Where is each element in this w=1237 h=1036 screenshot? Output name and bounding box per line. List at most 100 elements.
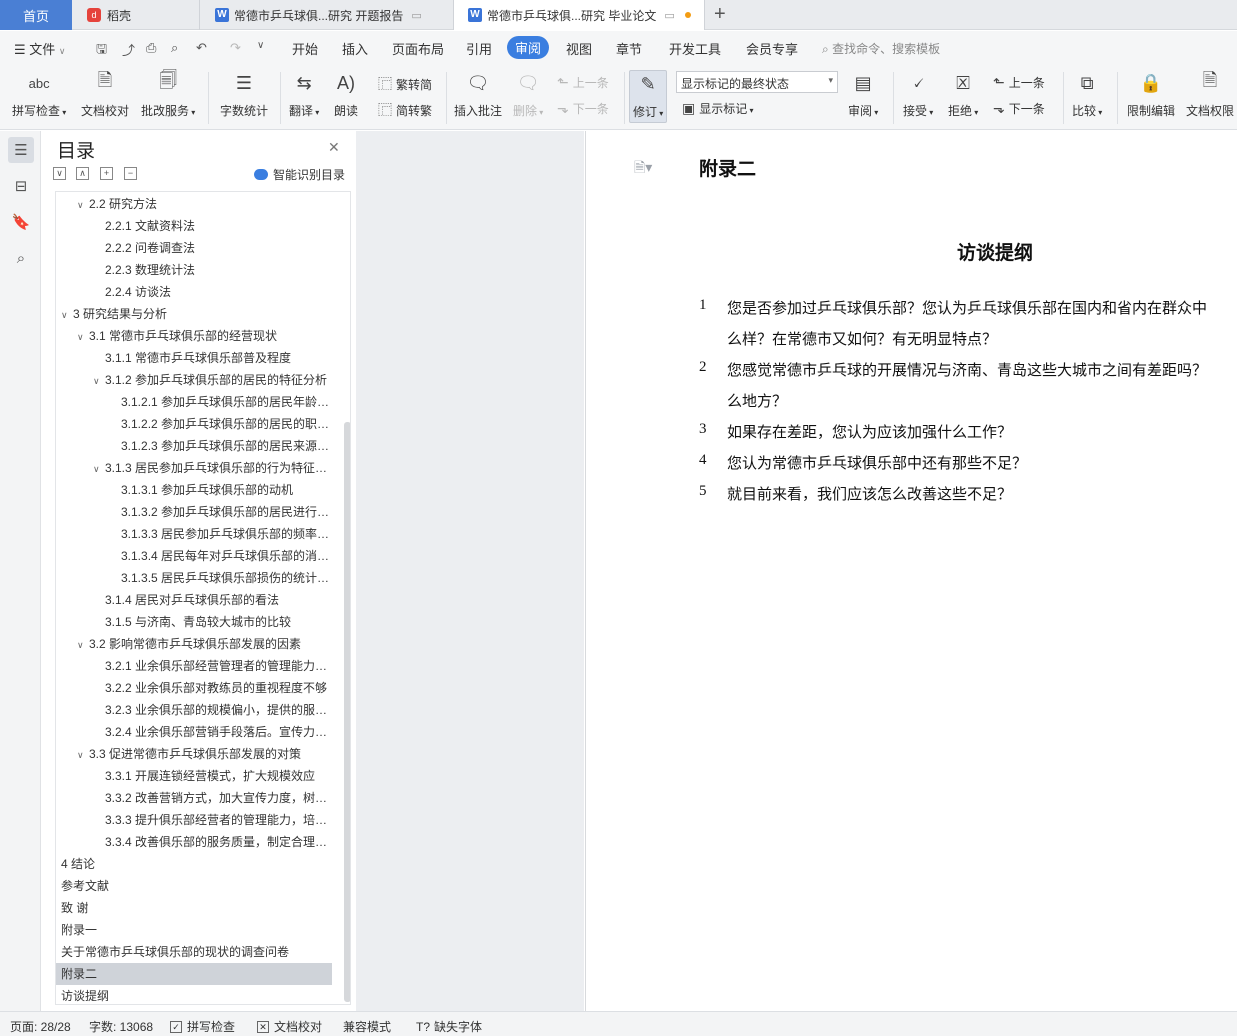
chevron-down-icon[interactable]: ∨	[77, 744, 89, 765]
toc-panel-icon[interactable]: ☰	[8, 137, 34, 163]
page-indicator[interactable]: 页面: 28/28	[10, 1018, 71, 1035]
doc-permission-button[interactable]: 🗎 文档权限	[1186, 70, 1234, 119]
toc-item[interactable]: 3.3.3 提升俱乐部经营者的管理能力，培养人才	[56, 809, 332, 831]
chevron-down-icon[interactable]: ∨	[61, 304, 73, 325]
translate-button[interactable]: ⇆ 翻译 ▾	[289, 70, 319, 119]
undo-icon[interactable]: ↶	[196, 40, 207, 56]
missing-font-status[interactable]: T? 缺失字体	[416, 1018, 482, 1035]
toc-item[interactable]: 3.1.4 居民对乒乓球俱乐部的看法	[56, 589, 332, 611]
menu-page-layout[interactable]: 页面布局	[392, 39, 444, 58]
insert-comment-button[interactable]: 🗨 插入批注	[454, 70, 502, 119]
chevron-down-icon[interactable]: ∨	[93, 458, 105, 479]
tab-thesis-document[interactable]: W 常德市乒乓球俱...研究 毕业论文 ▭	[453, 0, 705, 30]
bookmark-icon[interactable]: 🔖	[8, 209, 34, 235]
toc-item[interactable]: 3.1.3.5 居民乒乓球俱乐部损伤的统计分析	[56, 567, 332, 589]
toc-item[interactable]: ∨ 3.2 影响常德市乒乓球俱乐部发展的因素	[56, 633, 332, 655]
menu-start[interactable]: 开始	[292, 39, 318, 58]
next-comment-button[interactable]: ⬎ 下一条	[557, 100, 609, 117]
toc-item[interactable]: 3.3.4 改善俱乐部的服务质量，制定合理价格	[56, 831, 332, 853]
toc-item[interactable]: 附录二	[56, 963, 332, 985]
proofread-status[interactable]: ✕ 文档校对	[257, 1018, 322, 1035]
menu-review[interactable]: 审阅	[507, 36, 550, 59]
paragraph-marker-icon[interactable]: 🗎▾	[634, 157, 652, 181]
toc-item[interactable]: 4 结论	[56, 853, 332, 875]
delete-comment-button[interactable]: 🗨 删除 ▾	[513, 70, 543, 119]
tab-home[interactable]: 首页	[0, 0, 72, 30]
word-count-button[interactable]: ☰ 字数统计	[220, 70, 268, 119]
chevron-down-icon[interactable]: ∨	[77, 194, 89, 215]
toc-item[interactable]: 3.1.3.3 居民参加乒乓球俱乐部的频率分布	[56, 523, 332, 545]
toc-item[interactable]: 3.3.2 改善营销方式，加大宣传力度，树立品牌	[56, 787, 332, 809]
menu-references[interactable]: 引用	[466, 39, 492, 58]
prev-comment-button[interactable]: ⬑ 上一条	[557, 74, 609, 91]
toc-scrollbar[interactable]	[344, 422, 350, 1002]
export-icon[interactable]: ⤴	[122, 40, 135, 59]
print-icon[interactable]: ⎙	[146, 40, 156, 56]
tab-daoke[interactable]: d 稻壳	[73, 0, 200, 30]
toc-item[interactable]: 3.2.2 业余俱乐部对教练员的重视程度不够	[56, 677, 332, 699]
remove-level-icon[interactable]: −	[124, 167, 137, 180]
find-icon[interactable]: ⌕	[8, 245, 34, 271]
track-changes-button[interactable]: ✎ 修订 ▾	[629, 70, 668, 123]
simp-to-trad-button[interactable]: ⿸ 简转繁	[378, 100, 432, 120]
chapter-nav-icon[interactable]: ⊟	[8, 173, 34, 199]
menu-file[interactable]: ☰ 文件 ∨	[14, 39, 66, 58]
toc-item[interactable]: 3.1.1 常德市乒乓球俱乐部普及程度	[56, 347, 332, 369]
command-search[interactable]: ⌕ 查找命令、搜索模板	[822, 40, 940, 57]
spellcheck-status[interactable]: ✓ 拼写检查	[170, 1018, 235, 1035]
toc-item[interactable]: 3.1.2.1 参加乒乓球俱乐部的居民年龄结构	[56, 391, 332, 413]
reject-button[interactable]: 🗵 拒绝 ▾	[948, 70, 978, 119]
accept-button[interactable]: 🗸 接受 ▾	[903, 70, 933, 119]
toc-item[interactable]: 3.1.3.2 参加乒乓球俱乐部的居民进行锻炼的时间	[56, 501, 332, 523]
monitor-icon[interactable]: ▭	[411, 9, 421, 22]
chevron-down-icon[interactable]: ∨	[77, 634, 89, 655]
add-level-icon[interactable]: +	[100, 167, 113, 180]
show-markup-button[interactable]: ▣ 显示标记 ▾	[682, 100, 754, 117]
toc-item[interactable]: 关于常德市乒乓球俱乐部的现状的调查问卷	[56, 941, 332, 963]
next-change-button[interactable]: ⬎ 下一条	[993, 100, 1045, 117]
close-icon[interactable]: ✕	[328, 139, 340, 156]
tab-opening-report[interactable]: W 常德市乒乓球俱...研究 开题报告 ▭	[201, 0, 453, 30]
toc-item[interactable]: 3.1.2.2 参加乒乓球俱乐部的居民的职业构成	[56, 413, 332, 435]
monitor-icon[interactable]: ▭	[664, 9, 674, 22]
batch-service-button[interactable]: 🗐 批改服务 ▾	[141, 70, 195, 119]
toc-item[interactable]: 2.2.1 文献资料法	[56, 215, 332, 237]
chevron-down-icon[interactable]: ∨	[77, 326, 89, 347]
toc-item[interactable]: 2.2.2 问卷调查法	[56, 237, 332, 259]
save-icon[interactable]: 🖫	[96, 40, 107, 62]
toc-item[interactable]: 2.2.3 数理统计法	[56, 259, 332, 281]
menu-insert[interactable]: 插入	[342, 39, 368, 58]
toc-item[interactable]: 致 谢	[56, 897, 332, 919]
read-aloud-button[interactable]: A) 朗读	[333, 70, 359, 119]
toc-item[interactable]: ∨ 3 研究结果与分析	[56, 303, 332, 325]
toc-item[interactable]: 2.2.4 访谈法	[56, 281, 332, 303]
markup-state-select[interactable]: 显示标记的最终状态 ▾	[676, 71, 838, 93]
toc-item[interactable]: ∨ 3.1 常德市乒乓球俱乐部的经营现状	[56, 325, 332, 347]
toc-item[interactable]: ∨ 3.3 促进常德市乒乓球俱乐部发展的对策	[56, 743, 332, 765]
toc-item[interactable]: 3.1.5 与济南、青岛较大城市的比较	[56, 611, 332, 633]
smart-toc-button[interactable]: 智能识别目录	[254, 166, 345, 183]
compare-button[interactable]: ⧉ 比较 ▾	[1072, 70, 1102, 119]
print-preview-icon[interactable]: ⌕	[171, 40, 178, 56]
expand-up-icon[interactable]: ∧	[76, 167, 89, 180]
toc-item[interactable]: 参考文献	[56, 875, 332, 897]
word-count-status[interactable]: 字数: 13068	[89, 1018, 153, 1035]
menu-member[interactable]: 会员专享	[746, 39, 798, 58]
customize-chevron-icon[interactable]: ∨	[257, 40, 264, 51]
toc-item[interactable]: 3.2.3 业余俱乐部的规模偏小，提供的服务有限	[56, 699, 332, 721]
menu-view[interactable]: 视图	[566, 39, 592, 58]
document-page[interactable]: 🗎▾ 附录二 访谈提纲 1 您是否参加过乒乓球俱乐部？您认为乒乓球俱乐部在国内和省…	[585, 131, 1237, 1011]
toc-item[interactable]: ∨ 3.1.3 居民参加乒乓球俱乐部的行为特征分析	[56, 457, 332, 479]
toc-item[interactable]: 3.2.4 业余俱乐部营销手段落后。宣传力度不够	[56, 721, 332, 743]
prev-change-button[interactable]: ⬑ 上一条	[993, 74, 1045, 91]
restrict-edit-button[interactable]: 🔒 限制编辑	[1127, 70, 1175, 119]
redo-icon[interactable]: ↷	[230, 40, 241, 56]
toc-item[interactable]: 3.3.1 开展连锁经营模式，扩大规模效应	[56, 765, 332, 787]
toc-item[interactable]: ∨ 2.2 研究方法	[56, 193, 332, 215]
new-tab-button[interactable]: +	[714, 3, 726, 26]
toc-item[interactable]: 3.1.3.4 居民每年对乒乓球俱乐部的消费情况	[56, 545, 332, 567]
doc-proofread-button[interactable]: 🗎 文档校对	[81, 70, 129, 119]
toc-item[interactable]: 附录一	[56, 919, 332, 941]
menu-developer[interactable]: 开发工具	[669, 39, 721, 58]
toc-item[interactable]: 3.1.3.1 参加乒乓球俱乐部的动机	[56, 479, 332, 501]
